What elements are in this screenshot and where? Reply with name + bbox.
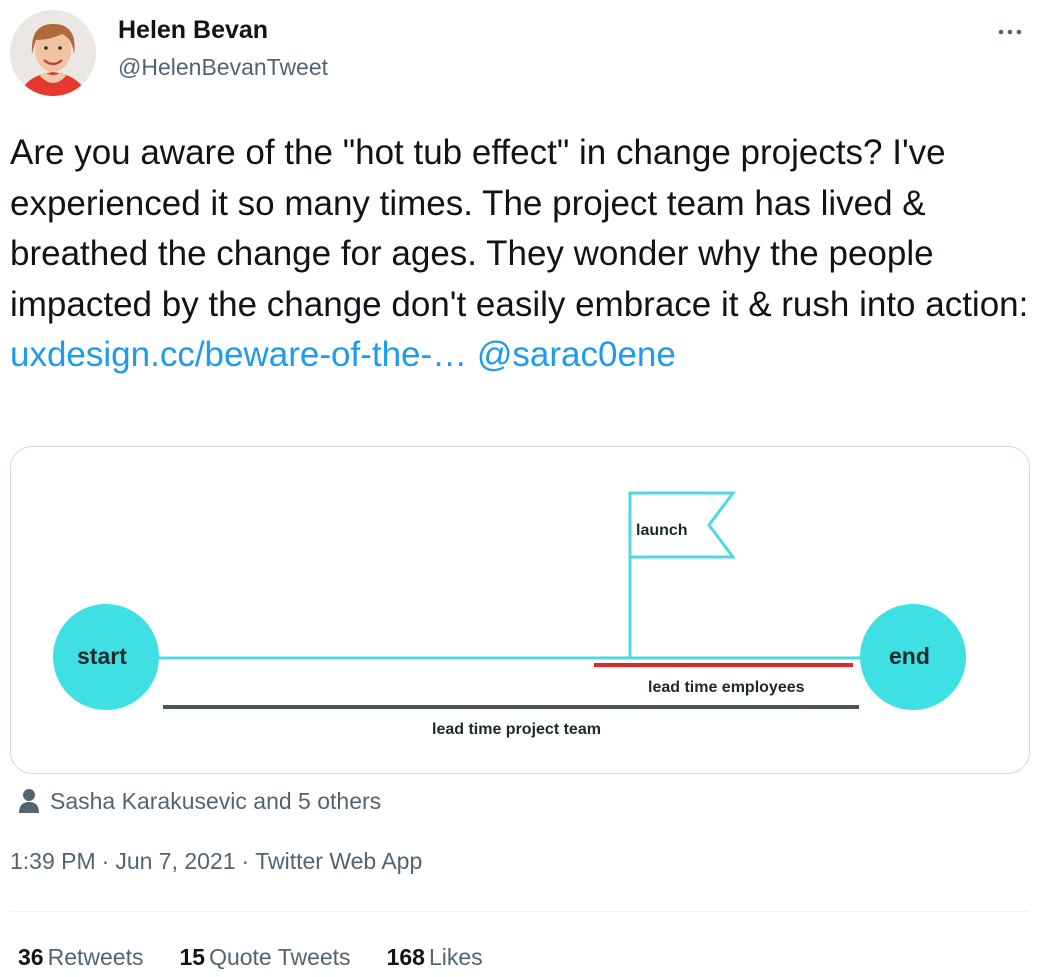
tweet-meta: 1:39 PM · Jun 7, 2021 · Twitter Web App — [10, 848, 422, 875]
divider — [10, 911, 1029, 912]
more-options-button[interactable] — [995, 20, 1025, 40]
start-label: start — [77, 643, 127, 669]
meta-separator: · — [101, 848, 110, 874]
tagged-people-text: Sasha Karakusevic and 5 others — [50, 787, 382, 814]
likes-label: Likes — [428, 944, 483, 970]
quote-tweets-count: 15 — [179, 944, 206, 970]
avatar-image — [10, 10, 96, 96]
more-dots-icon — [998, 29, 1022, 35]
launch-label: launch — [636, 522, 688, 539]
retweets-count: 36 — [18, 944, 44, 970]
tweet-time[interactable]: 1:39 PM — [10, 848, 96, 874]
author-avatar[interactable] — [10, 10, 96, 96]
tweet-text: Are you aware of the "hot tub effect" in… — [10, 128, 1030, 381]
meta-separator: · — [241, 848, 250, 874]
tweet-image[interactable]: start end launch lead time employees lea… — [10, 446, 1030, 774]
tweet-body: Are you aware of the "hot tub effect" in… — [10, 133, 1029, 324]
person-icon — [19, 789, 39, 813]
retweets-label: Retweets — [47, 944, 144, 970]
retweets-stat[interactable]: 36 Retweets — [18, 944, 143, 971]
tweet-date[interactable]: Jun 7, 2021 — [115, 848, 235, 874]
tweet-source[interactable]: Twitter Web App — [255, 848, 422, 874]
author-name[interactable]: Helen Bevan — [118, 16, 268, 45]
tweet-link[interactable]: uxdesign.cc/beware-of-the-… — [10, 335, 467, 374]
tagged-people[interactable]: Sasha Karakusevic and 5 others — [18, 786, 381, 816]
team-label: lead time project team — [432, 721, 601, 738]
likes-stat[interactable]: 168 Likes — [387, 944, 483, 971]
likes-count: 168 — [386, 944, 425, 970]
quote-tweets-stat[interactable]: 15 Quote Tweets — [179, 944, 350, 971]
tweet-stats: 36 Retweets 15 Quote Tweets 168 Likes — [18, 944, 519, 971]
author-handle[interactable]: @HelenBevanTweet — [118, 54, 328, 81]
employees-label: lead time employees — [648, 679, 805, 696]
end-label: end — [889, 643, 930, 669]
hot-tub-effect-diagram: start end launch lead time employees lea… — [53, 491, 966, 738]
mention-link[interactable]: @sarac0ene — [477, 335, 676, 374]
quote-tweets-label: Quote Tweets — [209, 944, 351, 970]
